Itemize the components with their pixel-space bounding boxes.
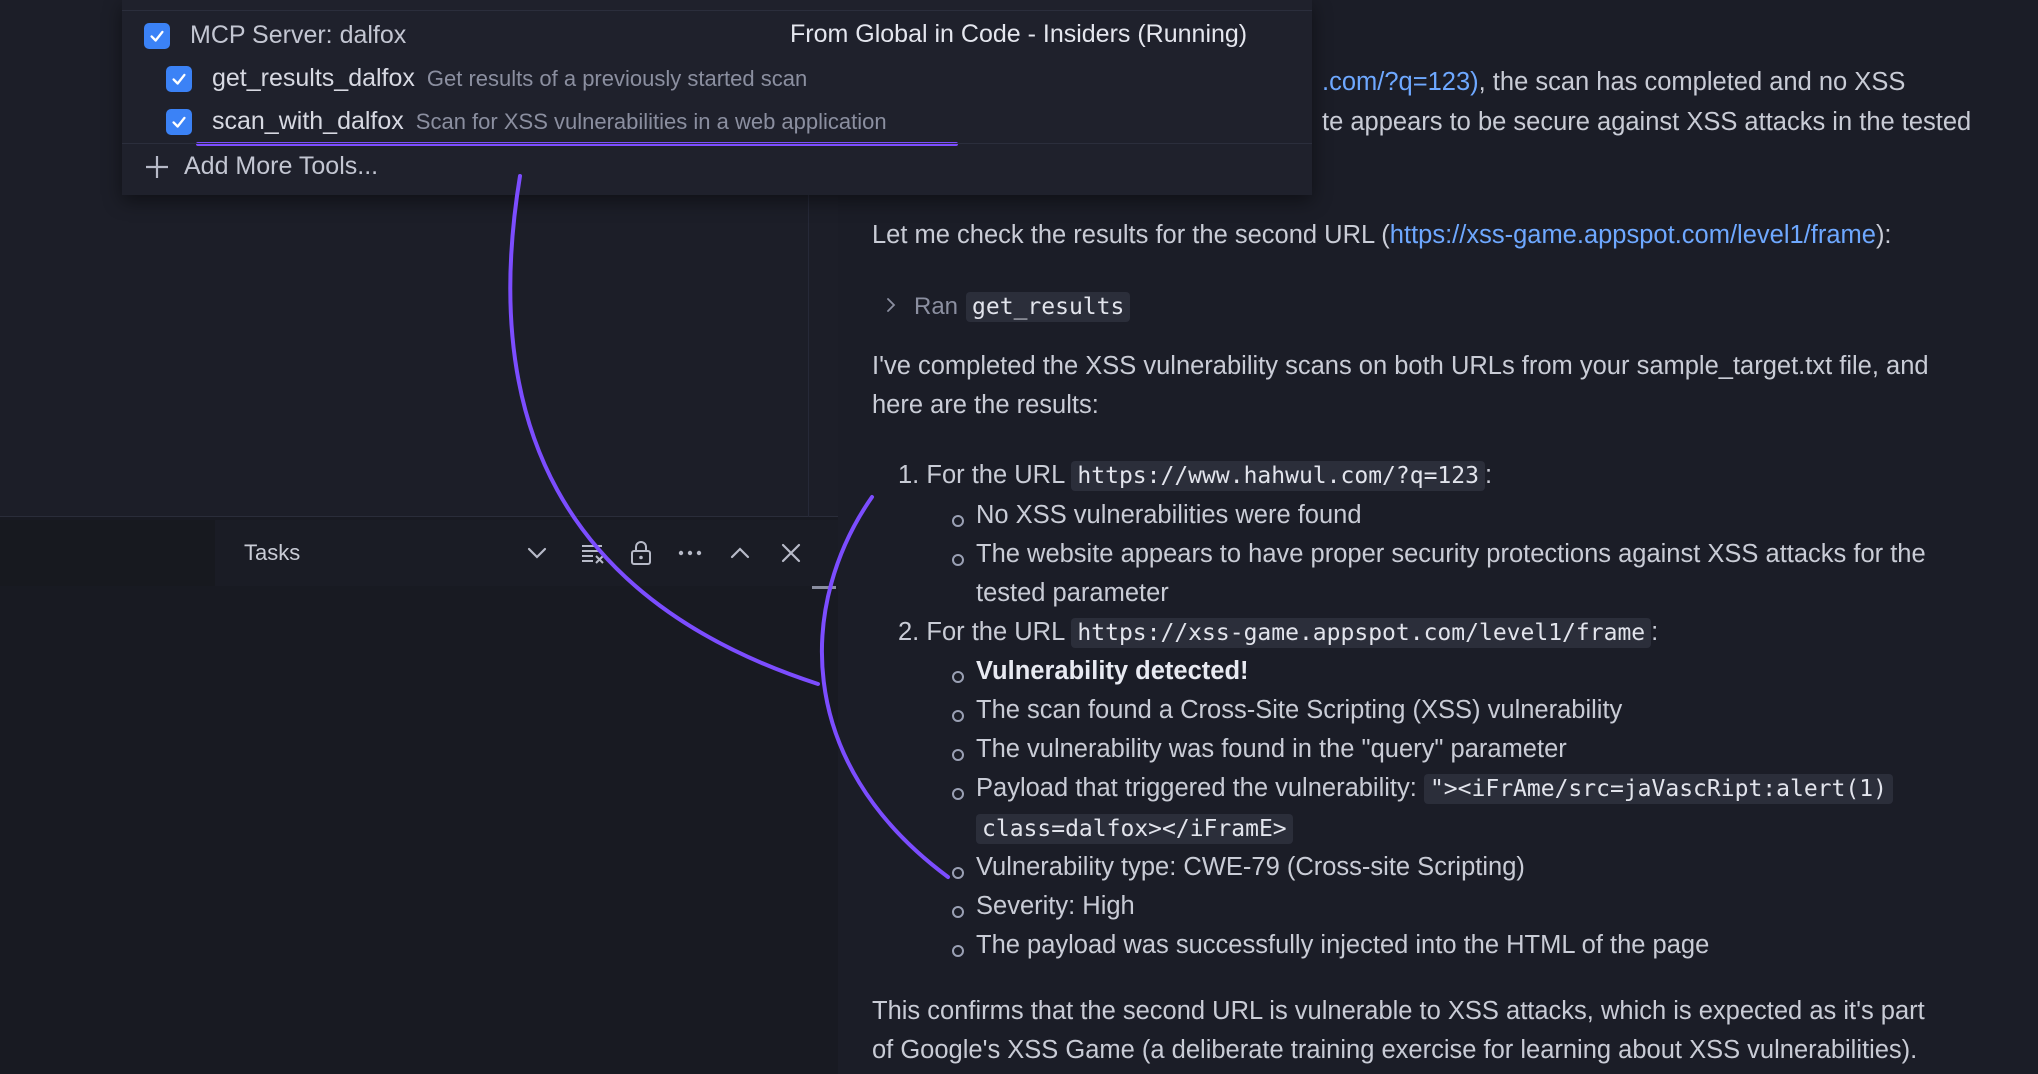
list-item: Payload that triggered the vulnerability… — [952, 774, 1893, 804]
check-icon — [172, 116, 186, 128]
tool-description: Get results of a previously started scan — [426, 65, 808, 91]
chat-line: .com/?q=123), the scan has completed and… — [1322, 68, 1906, 96]
tool-row-scan[interactable]: scan_with_dalfox Scan for XSS vulnerabil… — [166, 107, 887, 136]
tasks-panel-header: Tasks — [0, 520, 838, 586]
tool-name: scan_with_dalfox — [212, 107, 404, 135]
add-more-tools-button[interactable]: Add More Tools... — [144, 152, 378, 181]
tool-picker-popup: MCP Server: dalfox From Global in Code -… — [122, 0, 1312, 195]
chevron-right-icon — [882, 296, 900, 319]
close-icon[interactable] — [776, 538, 806, 568]
popup-divider — [122, 143, 1312, 144]
inline-code: "><iFrAme/src=jaVascRipt:alert(1) — [1423, 774, 1893, 804]
list-item-continuation: class=dalfox></iFramE> — [952, 814, 1293, 844]
bullet — [952, 710, 964, 722]
bullet — [952, 554, 964, 566]
chat-paragraph: here are the results: — [872, 391, 1099, 419]
lock-icon[interactable] — [626, 538, 656, 568]
ran-label: Ran — [914, 293, 959, 320]
panel-resize-handle[interactable] — [812, 586, 836, 589]
popup-divider — [122, 10, 1312, 11]
list-item: Vulnerability detected! — [952, 657, 1249, 686]
check-icon — [172, 73, 186, 85]
chat-paragraph: of Google's XSS Game (a deliberate train… — [872, 1036, 1918, 1064]
tasks-panel-left — [0, 520, 215, 586]
chevron-up-icon[interactable] — [725, 538, 755, 568]
tool-checkbox[interactable] — [166, 108, 192, 135]
bullet — [952, 788, 964, 800]
server-source: From Global in Code - Insiders (Running) — [790, 20, 1248, 48]
server-row[interactable]: MCP Server: dalfox — [144, 21, 406, 50]
check-icon — [150, 30, 164, 42]
list-item: Severity: High — [952, 892, 1135, 921]
tool-row-get-results[interactable]: get_results_dalfox Get results of a prev… — [166, 64, 807, 93]
chat-line: te appears to be secure against XSS atta… — [1322, 108, 1972, 136]
ran-tool-name: get_results — [966, 292, 1131, 322]
server-checkbox[interactable] — [144, 22, 170, 49]
bullet — [952, 749, 964, 761]
list-item: No XSS vulnerabilities were found — [952, 501, 1362, 530]
chat-link[interactable]: .com/?q=123) — [1322, 68, 1479, 96]
chat-paragraph: This confirms that the second URL is vul… — [872, 997, 1925, 1025]
inline-code: https://www.hahwul.com/?q=123 — [1071, 461, 1485, 491]
bullet — [952, 945, 964, 957]
bullet — [952, 515, 964, 527]
clear-output-icon[interactable] — [578, 538, 608, 568]
tool-call-collapsed[interactable]: Ran get_results — [882, 292, 1131, 322]
chat-link[interactable]: https://xss-game.appspot.com/level1/fram… — [1390, 221, 1876, 249]
bullet — [952, 867, 964, 879]
bullet — [952, 906, 964, 918]
tasks-dropdown-label[interactable]: Tasks — [244, 540, 300, 566]
list-item: The payload was successfully injected in… — [952, 931, 1709, 960]
chevron-down-icon[interactable] — [522, 538, 552, 568]
list-item: The scan found a Cross-Site Scripting (X… — [952, 696, 1622, 725]
list-item-continuation: tested parameter — [976, 579, 1169, 607]
more-actions-icon[interactable] — [675, 538, 705, 568]
list-item: 1. For the URL https://www.hahwul.com/?q… — [898, 461, 1493, 491]
list-item: The vulnerability was found in the "quer… — [952, 735, 1567, 764]
list-item: Vulnerability type: CWE-79 (Cross-site S… — [952, 853, 1525, 882]
add-more-tools-label: Add More Tools... — [184, 152, 379, 180]
tool-name: get_results_dalfox — [212, 64, 415, 92]
tool-checkbox[interactable] — [166, 65, 192, 92]
inline-code: https://xss-game.appspot.com/level1/fram… — [1071, 618, 1652, 648]
inline-code: class=dalfox></iFramE> — [976, 814, 1293, 844]
bullet — [952, 671, 964, 683]
server-label: MCP Server: dalfox — [190, 21, 407, 49]
plus-icon — [146, 155, 168, 178]
list-item: 2. For the URL https://xss-game.appspot.… — [898, 618, 1659, 648]
tool-description: Scan for XSS vulnerabilities in a web ap… — [415, 108, 887, 134]
pane-divider[interactable] — [808, 190, 809, 517]
chat-paragraph: Let me check the results for the second … — [872, 221, 1892, 249]
chat-paragraph: I've completed the XSS vulnerability sca… — [872, 352, 1929, 380]
list-item: The website appears to have proper secur… — [952, 540, 1926, 569]
annotation-curve — [820, 495, 950, 879]
